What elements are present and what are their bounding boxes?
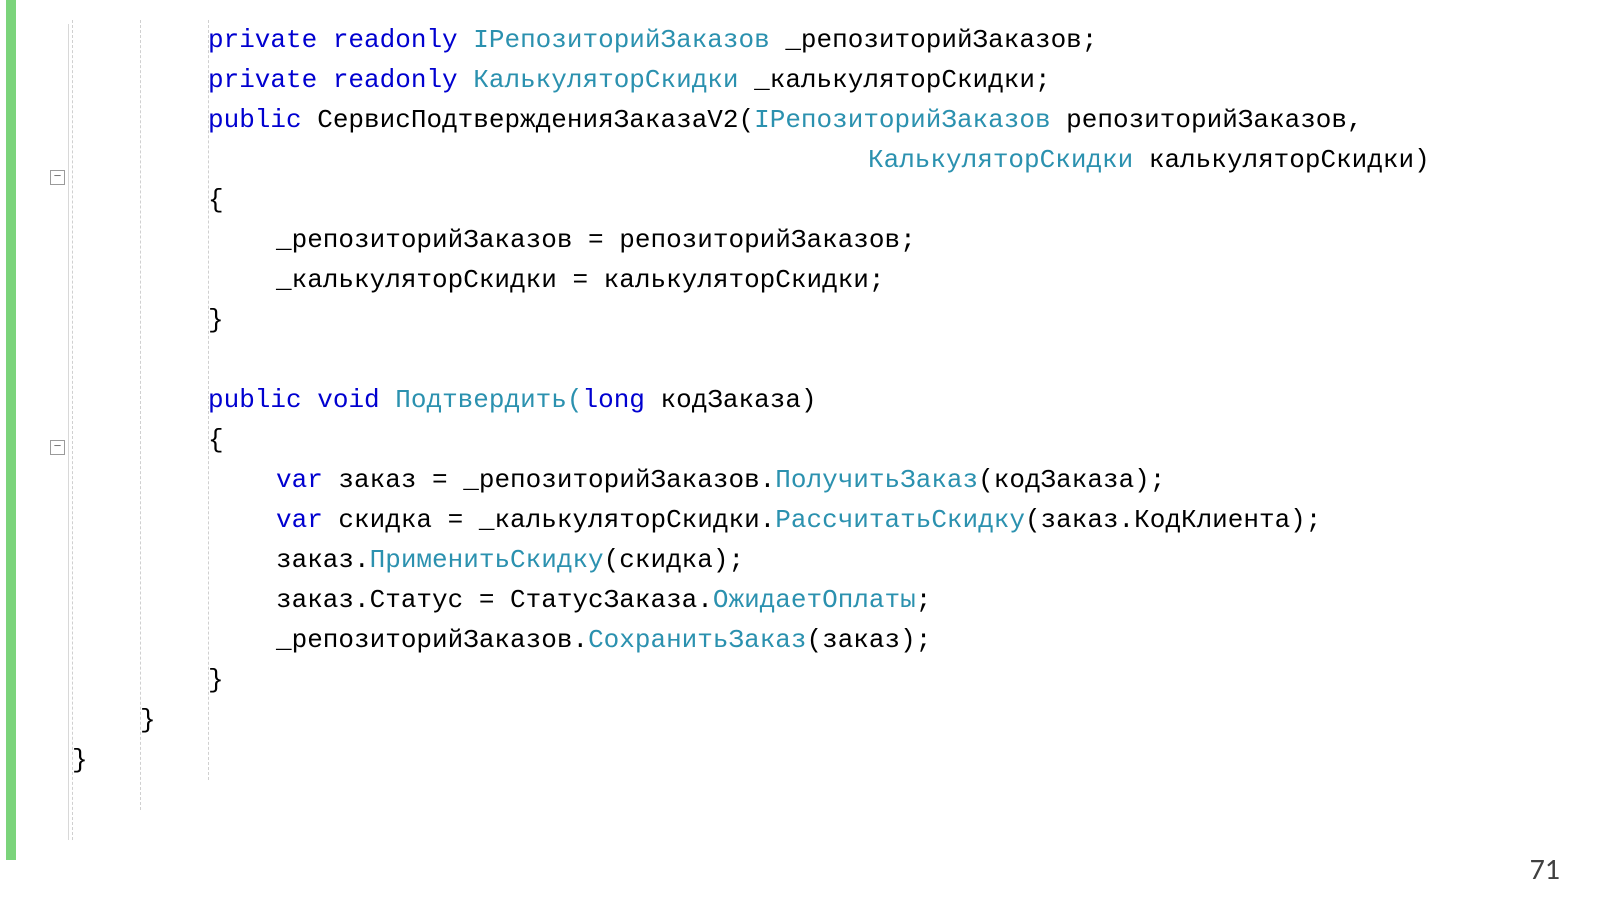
brace: { (208, 425, 224, 455)
brace: { (208, 185, 224, 215)
code-line: var заказ = _репозиторийЗаказов.Получить… (276, 460, 1600, 500)
code-line: _репозиторийЗаказов.СохранитьЗаказ(заказ… (276, 620, 1600, 660)
keyword: public (208, 385, 302, 415)
identifier: заказ = _репозиторийЗаказов. (323, 465, 775, 495)
method-call: РассчитатьСкидку (775, 505, 1025, 535)
fold-toggle-icon[interactable]: − (50, 170, 65, 185)
type-name: IРепозиторийЗаказов (754, 105, 1050, 135)
code-line: { (208, 180, 1600, 220)
identifier: (кодЗаказа); (978, 465, 1165, 495)
code-line: var скидка = _калькуляторСкидки.Рассчита… (276, 500, 1600, 540)
identifier: _репозиторийЗаказов. (276, 625, 588, 655)
code-line: КалькуляторСкидки калькуляторСкидки) (868, 140, 1600, 180)
keyword: void (317, 385, 379, 415)
fold-toggle-icon[interactable]: − (50, 440, 65, 455)
method-name: Подтвердить( (380, 385, 583, 415)
identifier: _репозиторийЗаказов; (770, 25, 1098, 55)
identifier: калькуляторСкидки) (1133, 145, 1429, 175)
code-line: } (208, 300, 1600, 340)
identifier: (скидка); (604, 545, 744, 575)
code-line: private readonly КалькуляторСкидки _каль… (208, 60, 1600, 100)
method-call: СохранитьЗаказ (588, 625, 806, 655)
keyword: var (276, 505, 323, 535)
type-name: КалькуляторСкидки (473, 65, 738, 95)
method-call: ПрименитьСкидку (370, 545, 604, 575)
code-line: private readonly IРепозиторийЗаказов _ре… (208, 20, 1600, 60)
type-name: КалькуляторСкидки (868, 145, 1133, 175)
identifier: скидка = _калькуляторСкидки. (323, 505, 775, 535)
brace: } (208, 665, 224, 695)
brace: } (72, 745, 88, 775)
identifier: ; (916, 585, 932, 615)
code-line: заказ.Статус = СтатусЗаказа.ОжидаетОплат… (276, 580, 1600, 620)
identifier: _калькуляторСкидки; (739, 65, 1051, 95)
code-line: _репозиторийЗаказов = репозиторийЗаказов… (276, 220, 1600, 260)
keyword: long (583, 385, 645, 415)
code-line: public СервисПодтвержденияЗаказаV2(IРепо… (208, 100, 1600, 140)
brace: } (140, 705, 156, 735)
code-line: } (208, 660, 1600, 700)
identifier: кодЗаказа) (645, 385, 817, 415)
identifier: заказ.Статус = СтатусЗаказа. (276, 585, 713, 615)
vcs-change-indicator (6, 0, 16, 860)
fold-gutter: − − (24, 0, 52, 860)
member: ОжидаетОплаты (713, 585, 916, 615)
code-line: _калькуляторСкидки = калькуляторСкидки; (276, 260, 1600, 300)
type-name: IРепозиторийЗаказов (473, 25, 769, 55)
identifier: _калькуляторСкидки = калькуляторСкидки; (276, 265, 885, 295)
identifier: заказ. (276, 545, 370, 575)
identifier: (заказ.КодКлиента); (1025, 505, 1321, 535)
identifier: _репозиторийЗаказов = репозиторийЗаказов… (276, 225, 916, 255)
method-call: ПолучитьЗаказ (775, 465, 978, 495)
keyword: public (208, 105, 302, 135)
code-line: public void Подтвердить(long кодЗаказа) (208, 380, 1600, 420)
identifier: СервисПодтвержденияЗаказаV2( (302, 105, 754, 135)
identifier: репозиторийЗаказов, (1051, 105, 1363, 135)
code-line: } (140, 700, 1600, 740)
identifier: (заказ); (807, 625, 932, 655)
keyword: private (208, 25, 317, 55)
brace: } (208, 305, 224, 335)
keyword: readonly (333, 65, 458, 95)
page-number: 71 (1530, 850, 1560, 890)
code-line: } (72, 740, 1592, 780)
code-line: заказ.ПрименитьСкидку(скидка); (276, 540, 1600, 580)
code-editor: − − private readonly IРепозиторийЗаказов… (0, 0, 1600, 900)
keyword: private (208, 65, 317, 95)
code-area[interactable]: private readonly IРепозиторийЗаказов _ре… (68, 20, 1600, 900)
code-line: { (208, 420, 1600, 460)
keyword: var (276, 465, 323, 495)
keyword: readonly (333, 25, 458, 55)
